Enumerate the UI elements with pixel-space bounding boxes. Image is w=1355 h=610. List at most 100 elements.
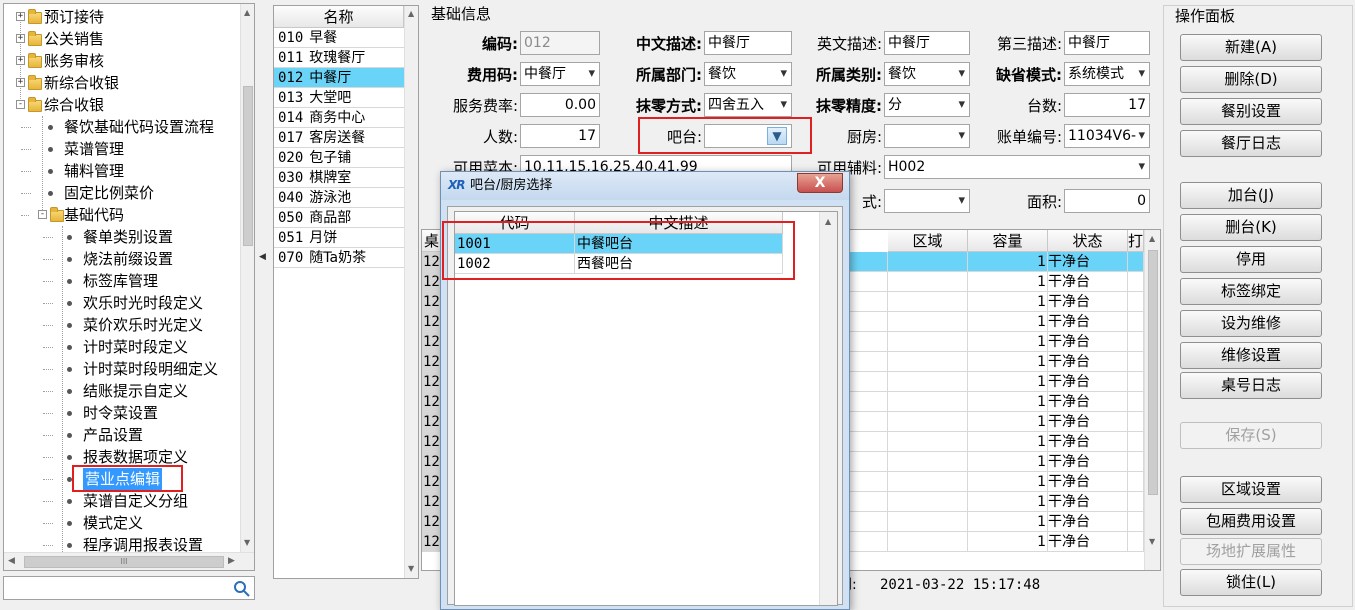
- tree-search-input[interactable]: [3, 576, 255, 600]
- splitter-collapse-icon[interactable]: ◀: [259, 252, 267, 268]
- table-cell-area[interactable]: [888, 272, 968, 292]
- scroll-left-icon[interactable]: ◀: [8, 556, 15, 566]
- table-cell-area[interactable]: [888, 392, 968, 412]
- scroll-right-icon[interactable]: ▶: [228, 556, 235, 566]
- outlet-row[interactable]: 017 客房送餐: [274, 128, 404, 148]
- table-cell-capacity[interactable]: 1: [968, 292, 1048, 312]
- table-cell-area[interactable]: [888, 492, 968, 512]
- tree-item[interactable]: 菜谱自定义分组: [83, 490, 188, 512]
- table-cell-print[interactable]: [1128, 252, 1144, 272]
- table-cell-capacity[interactable]: 1: [968, 532, 1048, 552]
- table-row-number[interactable]: 12: [422, 392, 442, 412]
- op-button[interactable]: 标签绑定: [1180, 278, 1322, 305]
- rounding-precision-select[interactable]: 分: [884, 93, 970, 117]
- table-cell-print[interactable]: [1128, 292, 1144, 312]
- tree-item[interactable]: 结账提示自定义: [83, 380, 188, 402]
- scroll-down-icon[interactable]: ▼: [408, 564, 414, 573]
- table-row-number[interactable]: 12: [422, 312, 442, 332]
- table-cell-status[interactable]: 干净台: [1048, 532, 1128, 552]
- tree-item[interactable]: 烧法前缀设置: [83, 248, 173, 270]
- kitchen-select[interactable]: [884, 124, 970, 148]
- table-row-number[interactable]: 12: [422, 292, 442, 312]
- outlet-row[interactable]: 051 月饼: [274, 228, 404, 248]
- grid-scroll-thumb[interactable]: [1148, 250, 1158, 495]
- tree-item[interactable]: 固定比例菜价: [64, 182, 154, 204]
- table-cell-area[interactable]: [888, 512, 968, 532]
- grid-header-table[interactable]: 桌: [422, 230, 442, 252]
- outlet-row[interactable]: 050 商品部: [274, 208, 404, 228]
- mode-select[interactable]: [884, 189, 970, 213]
- table-row-number[interactable]: 12: [422, 352, 442, 372]
- table-cell-print[interactable]: [1128, 432, 1144, 452]
- tree-item[interactable]: 计时菜时段定义: [83, 336, 188, 358]
- outlet-row[interactable]: 020 包子铺: [274, 148, 404, 168]
- outlet-row[interactable]: 012 中餐厅: [274, 68, 404, 88]
- table-cell-print[interactable]: [1128, 352, 1144, 372]
- table-cell-status[interactable]: 干净台: [1048, 392, 1128, 412]
- op-button[interactable]: 设为维修: [1180, 310, 1322, 337]
- tree-item[interactable]: 模式定义: [83, 512, 143, 534]
- area-field[interactable]: 0: [1064, 189, 1150, 213]
- table-cell-area[interactable]: [888, 432, 968, 452]
- tree-scroll-thumb[interactable]: [243, 86, 253, 246]
- op-button[interactable]: 桌号日志: [1180, 372, 1322, 399]
- table-cell-area[interactable]: [888, 312, 968, 332]
- aux-select[interactable]: H002: [884, 155, 1150, 179]
- table-row-number[interactable]: 12: [422, 472, 442, 492]
- table-cell-status[interactable]: 干净台: [1048, 312, 1128, 332]
- table-cell-print[interactable]: [1128, 272, 1144, 292]
- outlet-list[interactable]: 名称 010 早餐 011 玫瑰餐厅 012 中餐厅 013 大堂吧 014 商务中心 017 客房送…: [273, 5, 419, 579]
- table-cell-print[interactable]: [1128, 372, 1144, 392]
- tree-item[interactable]: 预订接待: [44, 6, 104, 28]
- table-cell-capacity[interactable]: 1: [968, 492, 1048, 512]
- close-button[interactable]: X: [797, 173, 843, 193]
- rounding-select[interactable]: 四舍五入: [704, 93, 792, 117]
- table-row-number[interactable]: 12: [422, 532, 442, 552]
- op-button[interactable]: 包厢费用设置: [1180, 508, 1322, 535]
- table-cell-capacity[interactable]: 1: [968, 332, 1048, 352]
- outlet-row[interactable]: 014 商务中心: [274, 108, 404, 128]
- expand-icon[interactable]: +: [16, 12, 25, 21]
- outlet-row[interactable]: 040 游泳池: [274, 188, 404, 208]
- table-cell-capacity[interactable]: 1: [968, 452, 1048, 472]
- table-count-field[interactable]: 17: [1064, 93, 1150, 117]
- tree-item[interactable]: 菜谱管理: [64, 138, 124, 160]
- collapse-icon[interactable]: -: [38, 210, 47, 219]
- table-cell-print[interactable]: [1128, 452, 1144, 472]
- table-cell-area[interactable]: [888, 352, 968, 372]
- expand-icon[interactable]: +: [16, 34, 25, 43]
- op-button[interactable]: 餐别设置: [1180, 98, 1322, 125]
- table-cell-area[interactable]: [888, 532, 968, 552]
- default-mode-select[interactable]: 系统模式: [1064, 62, 1150, 86]
- tree-hscroll-thumb[interactable]: III: [24, 556, 224, 568]
- table-cell-status[interactable]: 干净台: [1048, 472, 1128, 492]
- table-cell-status[interactable]: 干净台: [1048, 372, 1128, 392]
- table-cell-area[interactable]: [888, 412, 968, 432]
- dialog-scrollbar[interactable]: ▲: [819, 212, 837, 605]
- table-cell-print[interactable]: [1128, 392, 1144, 412]
- expand-icon[interactable]: +: [16, 56, 25, 65]
- outlet-list-header[interactable]: 名称: [274, 6, 404, 28]
- outlet-row[interactable]: 070 随Ta奶茶: [274, 248, 404, 268]
- outlet-list-scrollbar[interactable]: ▲ ▼: [404, 6, 418, 578]
- table-cell-print[interactable]: [1128, 472, 1144, 492]
- table-row-number[interactable]: 12: [422, 332, 442, 352]
- table-cell-status[interactable]: 干净台: [1048, 252, 1128, 272]
- table-cell-capacity[interactable]: 1: [968, 432, 1048, 452]
- outlet-row[interactable]: 010 早餐: [274, 28, 404, 48]
- outlet-row[interactable]: 013 大堂吧: [274, 88, 404, 108]
- table-cell-status[interactable]: 干净台: [1048, 512, 1128, 532]
- scroll-up-icon[interactable]: ▲: [825, 217, 831, 226]
- collapse-icon[interactable]: -: [16, 100, 25, 109]
- table-cell-print[interactable]: [1128, 492, 1144, 512]
- table-cell-status[interactable]: 干净台: [1048, 492, 1128, 512]
- table-cell-status[interactable]: 干净台: [1048, 452, 1128, 472]
- op-button[interactable]: 加台(J): [1180, 182, 1322, 209]
- op-button[interactable]: 删台(K): [1180, 214, 1322, 241]
- tree-item[interactable]: 辅料管理: [64, 160, 124, 182]
- dept-select[interactable]: 餐饮: [704, 62, 792, 86]
- tree-horizontal-scrollbar[interactable]: ◀ III ▶: [4, 552, 254, 570]
- op-button[interactable]: 维修设置: [1180, 342, 1322, 369]
- tree-vertical-scrollbar[interactable]: ▲ ▼: [240, 4, 254, 552]
- tree-item[interactable]: 综合收银: [44, 94, 104, 116]
